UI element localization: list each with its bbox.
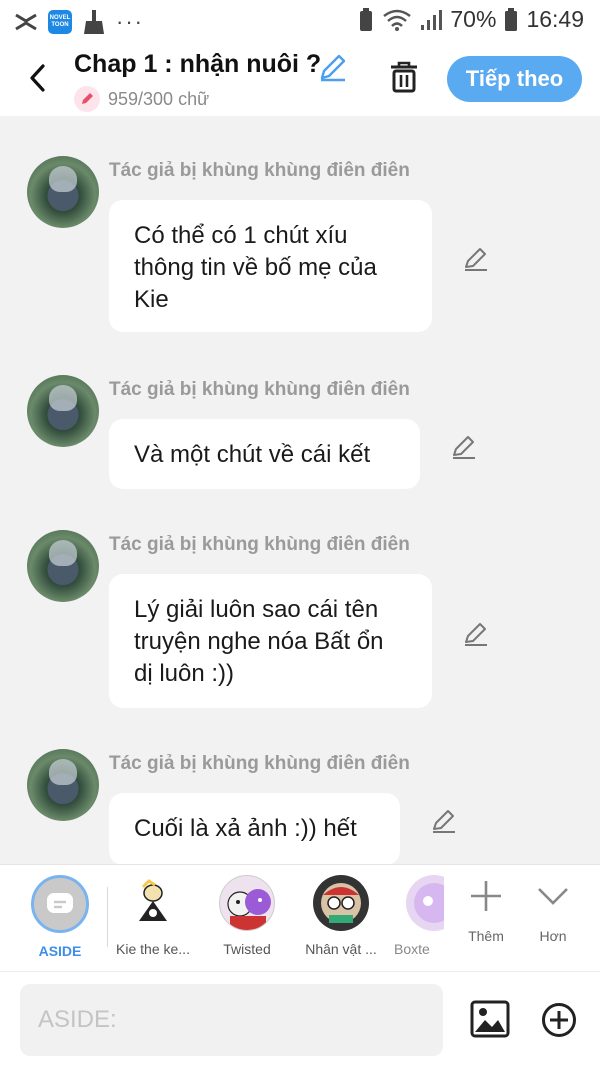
aside-avatar xyxy=(31,875,89,933)
status-bar: NOVEL TOON ··· 70% 16:49 xyxy=(0,0,600,42)
edit-message-button[interactable] xyxy=(463,621,489,652)
character-item[interactable]: Kie the ke... xyxy=(108,875,198,957)
word-count-text: 959/300 chữ xyxy=(108,88,210,109)
character-bar: ASIDE Kie the ke... Twisted Nhân vật ...… xyxy=(0,864,600,971)
back-button[interactable] xyxy=(22,60,52,96)
character-avatar xyxy=(313,875,369,931)
chat-area[interactable]: Tác giả bị khùng khùng điên điên Có thể … xyxy=(0,116,600,864)
author-name: Tác giả bị khùng khùng điên điên xyxy=(109,534,410,555)
trash-icon xyxy=(391,61,417,93)
wifi-icon xyxy=(383,9,412,31)
word-count: 959/300 chữ xyxy=(74,86,209,112)
novel-toon-icon: NOVEL TOON xyxy=(48,10,72,34)
battery-percentage: 70% xyxy=(450,6,497,32)
character-item[interactable]: Nhân vật ... xyxy=(296,875,386,957)
message-bubble[interactable]: Lý giải luôn sao cái tên truyện nghe nóa… xyxy=(109,574,432,708)
battery-icon xyxy=(505,7,518,31)
character-label: Boxte xyxy=(394,941,430,957)
editor-header: Chap 1 : nhận nuôi ? 959/300 chữ Tiếp th… xyxy=(0,42,600,116)
author-avatar[interactable] xyxy=(27,156,99,228)
message-input[interactable] xyxy=(20,984,443,1056)
chapter-title: Chap 1 : nhận nuôi ? xyxy=(74,50,322,78)
capcut-icon xyxy=(15,13,37,31)
edit-message-button[interactable] xyxy=(463,246,489,277)
pencil-icon xyxy=(465,623,487,646)
edit-title-button[interactable] xyxy=(318,52,348,87)
author-avatar[interactable] xyxy=(27,749,99,821)
pen-icon xyxy=(74,86,100,112)
more-characters-label: Hơn xyxy=(539,928,567,944)
more-notifications-icon: ··· xyxy=(116,9,144,34)
more-characters-button[interactable]: Hơn xyxy=(523,879,583,944)
insert-image-button[interactable] xyxy=(470,1000,510,1043)
author-name: Tác giả bị khùng khùng điên điên xyxy=(109,379,410,400)
pencil-icon xyxy=(453,436,475,459)
edit-message-button[interactable] xyxy=(451,434,477,465)
chevron-left-icon xyxy=(30,64,45,92)
character-item[interactable]: Twisted xyxy=(202,875,292,957)
pencil-icon xyxy=(465,248,487,271)
battery-saver-icon xyxy=(360,7,373,31)
add-button[interactable] xyxy=(541,1002,577,1043)
broom-icon xyxy=(84,10,104,34)
pencil-icon xyxy=(320,54,346,82)
author-name: Tác giả bị khùng khùng điên điên xyxy=(109,753,410,774)
plus-icon xyxy=(471,881,501,911)
signal-icon xyxy=(421,9,443,30)
message-bubble[interactable]: Và một chút về cái kết xyxy=(109,419,420,489)
author-name: Tác giả bị khùng khùng điên điên xyxy=(109,160,410,181)
character-item[interactable]: Boxte xyxy=(384,875,444,957)
add-character-label: Thêm xyxy=(468,928,504,944)
message-bubble[interactable]: Cuối là xả ảnh :)) hết xyxy=(109,793,400,864)
character-label: ASIDE xyxy=(38,943,82,959)
speech-bubble-icon xyxy=(47,893,73,913)
character-label: Twisted xyxy=(223,941,271,957)
character-aside[interactable]: ASIDE xyxy=(15,875,105,959)
message-bubble[interactable]: Có thể có 1 chút xíu thông tin về bố mẹ … xyxy=(109,200,432,332)
chevron-down-icon xyxy=(538,888,568,905)
plus-circle-icon xyxy=(542,1003,576,1037)
character-avatar xyxy=(219,875,275,931)
image-icon xyxy=(470,1000,510,1038)
delete-button[interactable] xyxy=(388,60,420,99)
clock: 16:49 xyxy=(526,6,584,32)
next-button[interactable]: Tiếp theo xyxy=(447,56,582,102)
character-avatar xyxy=(125,875,181,931)
edit-message-button[interactable] xyxy=(431,808,457,839)
pencil-icon xyxy=(433,810,455,833)
character-label: Nhân vật ... xyxy=(305,941,377,957)
composer-bar xyxy=(0,971,600,1067)
author-avatar[interactable] xyxy=(27,530,99,602)
character-label: Kie the ke... xyxy=(116,941,190,957)
character-avatar xyxy=(406,875,444,931)
author-avatar[interactable] xyxy=(27,375,99,447)
add-character-button[interactable]: Thêm xyxy=(456,879,516,944)
